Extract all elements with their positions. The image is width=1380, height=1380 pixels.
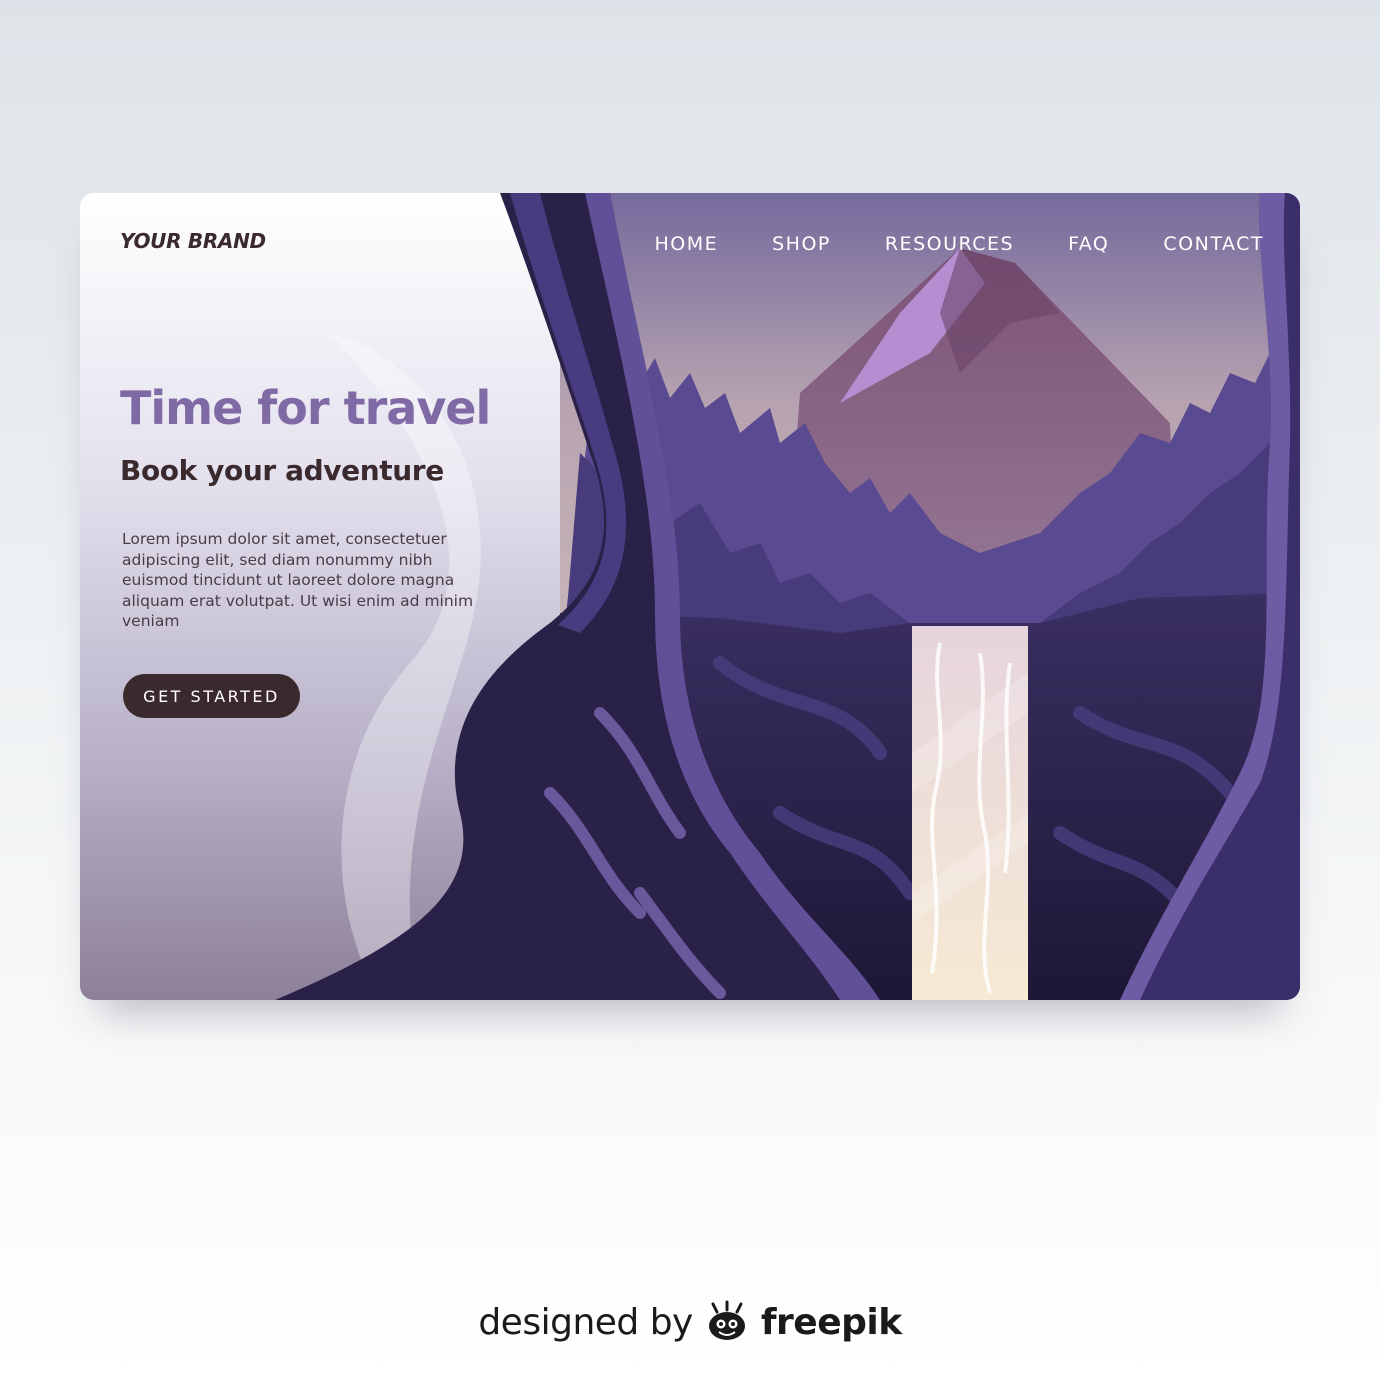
brand-logo[interactable]: YOUR BRAND: [120, 229, 266, 253]
main-nav: HOME SHOP RESOURCES FAQ CONTACT: [654, 233, 1264, 255]
nav-item-contact[interactable]: CONTACT: [1163, 233, 1264, 255]
landing-page-card: YOUR BRAND HOME SHOP RESOURCES FAQ CONTA…: [80, 193, 1300, 1000]
nav-item-resources[interactable]: RESOURCES: [885, 233, 1014, 255]
credit-name: freepik: [760, 1301, 902, 1343]
nav-item-home[interactable]: HOME: [654, 233, 718, 255]
freepik-logo-icon: [708, 1300, 745, 1340]
hero-subtitle: Book your adventure: [120, 454, 444, 487]
nav-item-faq[interactable]: FAQ: [1068, 233, 1109, 255]
footer-credit: designed by freepik: [0, 1300, 1380, 1344]
credit-prefix: designed by: [478, 1301, 693, 1343]
get-started-button[interactable]: GET STARTED: [123, 674, 300, 718]
hero-description: Lorem ipsum dolor sit amet, consectetuer…: [122, 530, 474, 630]
hero-title: Time for travel: [120, 381, 491, 435]
nav-item-shop[interactable]: SHOP: [772, 233, 831, 255]
